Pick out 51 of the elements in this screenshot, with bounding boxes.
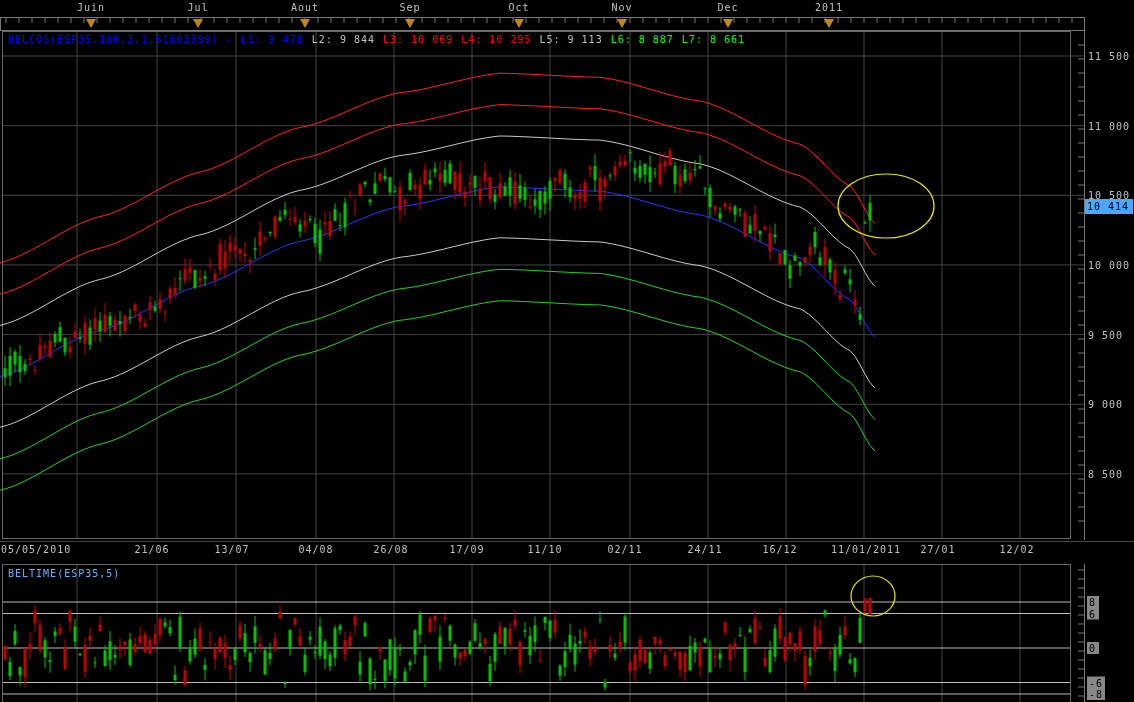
month-label: Nov — [611, 2, 633, 13]
month-label: Aout — [290, 2, 320, 13]
legend-entry: L5: 9 113 — [539, 34, 603, 45]
event-marker-icon[interactable] — [824, 19, 834, 28]
event-marker-icon[interactable] — [300, 19, 310, 28]
highlight-circle — [850, 575, 896, 617]
legend-entry: BELCOG(ESP35,180,3,1.61803399) - — [8, 34, 233, 45]
price-axis-label: 9 500 — [1088, 329, 1124, 341]
date-label: 11/10 — [527, 544, 563, 555]
date-label: 13/07 — [214, 544, 250, 555]
price-axis-label: 11 500 — [1088, 51, 1131, 62]
price-axis-label: 8 500 — [1088, 468, 1124, 480]
month-label: Juin — [76, 2, 106, 13]
legend-entry: L2: 9 844 — [311, 34, 376, 45]
event-marker-icon[interactable] — [723, 19, 733, 28]
date-label: 21/06 — [134, 544, 170, 555]
oscillator-axis-label: 0 — [1087, 642, 1099, 654]
date-label: 17/09 — [449, 544, 485, 555]
date-label: 12/02 — [999, 544, 1035, 555]
month-label: Sep — [399, 2, 421, 13]
legend-entry: L3: 10 069 — [383, 34, 454, 45]
event-marker-icon[interactable] — [405, 19, 415, 28]
date-label: 27/01 — [920, 544, 956, 555]
price-axis-label: 11 000 — [1088, 120, 1131, 132]
legend-entry: L1: 9 478 — [240, 34, 304, 45]
event-marker-icon[interactable] — [514, 19, 524, 28]
legend-entry: L4: 10 295 — [461, 34, 532, 45]
date-label: 11/01/2011 — [830, 544, 902, 555]
last-price-tag: 10 414 — [1085, 199, 1133, 214]
month-label: 2011 — [814, 2, 844, 13]
date-label: 02/11 — [607, 544, 643, 555]
event-marker-icon[interactable] — [193, 19, 203, 28]
month-label: Dec — [717, 2, 739, 13]
date-label: 05/05/2010 — [1, 544, 72, 555]
date-label: 16/12 — [762, 544, 798, 555]
legend-entry: L6: 8 887 — [610, 34, 674, 45]
date-label: 26/08 — [373, 544, 409, 555]
month-label: Oct — [508, 2, 530, 13]
price-axis-label: 10 500 — [1088, 190, 1131, 202]
oscillator-axis-label: -6 — [1087, 676, 1105, 689]
oscillator-axis-label: -8 — [1087, 688, 1105, 700]
price-axis-label: 9 000 — [1088, 399, 1124, 411]
event-marker-icon[interactable] — [86, 19, 96, 28]
indicator-legend: BELTIME(ESP35,5) — [8, 568, 121, 579]
oscillator-axis-label: 8 — [1087, 596, 1099, 608]
date-label: 04/08 — [298, 544, 334, 555]
event-marker-icon[interactable] — [617, 19, 627, 28]
month-label: Jul — [187, 2, 209, 13]
price-axis-label: 10 000 — [1088, 259, 1131, 271]
legend-entry: L7: 8 661 — [681, 34, 746, 45]
date-label: 24/11 — [687, 544, 723, 555]
